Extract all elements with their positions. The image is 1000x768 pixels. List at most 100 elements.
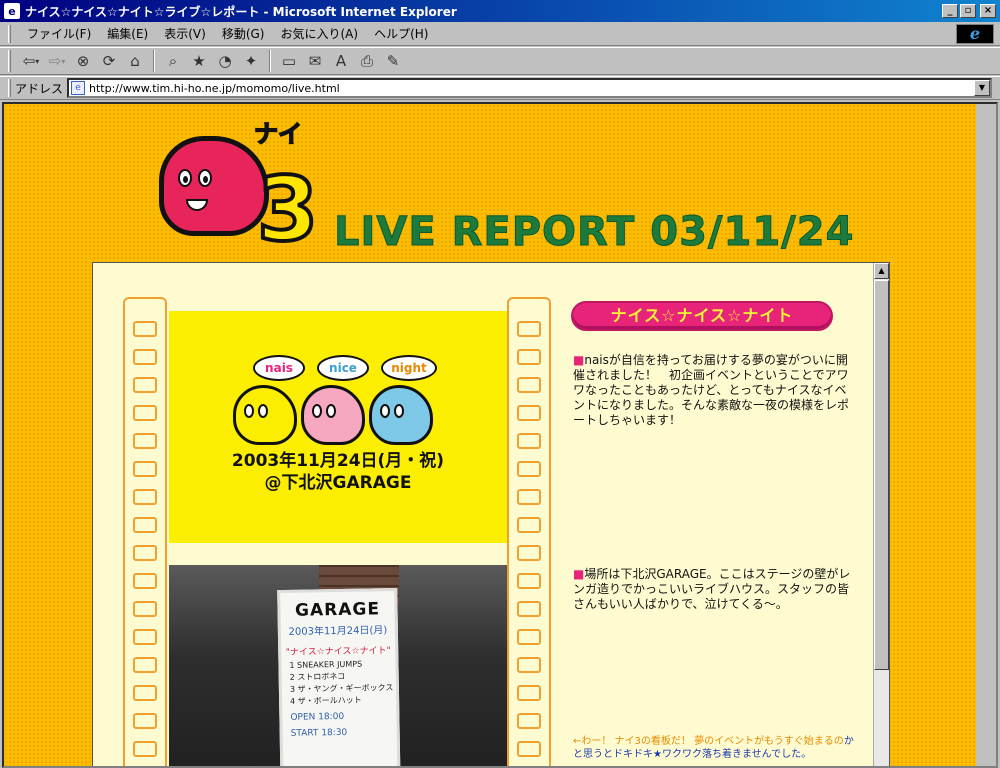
title-bar: e ナイス☆ナイス☆ナイト☆ライブ☆レポート - Microsoft Inter…	[0, 0, 1000, 22]
stop-icon[interactable]: ⊗	[71, 49, 95, 73]
film-hole	[517, 321, 541, 337]
event-info-panel: nais nice night 2003年11月24日(月・祝) @下北沢GAR…	[169, 311, 507, 543]
maximize-button[interactable]: ▫	[960, 4, 976, 18]
address-label: アドレス	[15, 81, 64, 96]
close-button[interactable]: ×	[980, 4, 996, 18]
toolbar-separator	[153, 50, 155, 72]
outer-scrollbar-gutter	[976, 104, 996, 766]
channels-icon[interactable]: ✦	[239, 49, 263, 73]
event-venue: @下北沢GARAGE	[264, 473, 412, 493]
nai3-logo: ナイ 3	[159, 121, 329, 261]
address-url[interactable]: http://www.tim.hi-ho.ne.jp/momomo/live.h…	[89, 82, 974, 95]
standard-toolbar: ⇦ ▾ ⇨ ▾ ⊗ ⟳ ⌂ ⌕ ★ ◔ ✦ ▭ ✉ A ⎙ ✎	[0, 47, 1000, 75]
back-icon[interactable]: ⇦ ▾	[19, 49, 43, 73]
bullet-square: ■	[573, 567, 585, 581]
inner-content-frame: nais nice night 2003年11月24日(月・祝) @下北沢GAR…	[92, 262, 890, 766]
address-dropdown-button[interactable]: ▼	[974, 80, 990, 96]
film-hole	[517, 433, 541, 449]
film-hole	[133, 461, 157, 477]
film-hole	[133, 517, 157, 533]
garage-signboard: GARAGE 2003年11月24日(月) "ナイス☆ナイス☆ナイト" 1 SN…	[277, 587, 401, 766]
film-hole	[517, 657, 541, 673]
menu-view[interactable]: 表示(V)	[156, 23, 214, 44]
character-blue	[369, 385, 433, 445]
venue-photo: GARAGE 2003年11月24日(月) "ナイス☆ナイス☆ナイト" 1 SN…	[169, 565, 507, 766]
event-name-badge: ナイス☆ナイス☆ナイト	[571, 301, 833, 331]
scroll-thumb[interactable]	[874, 280, 889, 670]
address-bar: アドレス e http://www.tim.hi-ho.ne.jp/momomo…	[0, 76, 1000, 100]
window-title: ナイス☆ナイス☆ナイト☆ライブ☆レポート - Microsoft Interne…	[25, 4, 457, 19]
film-hole	[133, 573, 157, 589]
character-eye	[394, 404, 404, 418]
home-icon[interactable]: ⌂	[123, 49, 147, 73]
refresh-icon[interactable]: ⟳	[97, 49, 121, 73]
sign-lineup-item: 4 ザ・ボールハット	[290, 695, 362, 706]
favorites-icon[interactable]: ★	[187, 49, 211, 73]
sign-date: 2003年11月24日(月)	[288, 625, 388, 638]
logo-n-character	[159, 136, 269, 236]
film-hole	[133, 349, 157, 365]
font-icon[interactable]: A	[329, 49, 353, 73]
film-hole	[133, 629, 157, 645]
sign-title: GARAGE	[294, 599, 381, 621]
character-eye	[326, 404, 336, 418]
search-icon[interactable]: ⌕	[161, 49, 185, 73]
toolbar-separator	[269, 50, 271, 72]
report-paragraph-2: ■場所は下北沢GARAGE。ここはステージの壁がレンガ造りでかっこいいライブハウ…	[573, 567, 858, 612]
film-hole	[517, 461, 541, 477]
film-hole	[517, 573, 541, 589]
edit-icon[interactable]: ✎	[381, 49, 405, 73]
menubar-grip[interactable]	[8, 24, 11, 43]
menu-bar: ファイル(F) 編集(E) 表示(V) 移動(G) お気に入り(A) ヘルプ(H…	[0, 22, 1000, 46]
fullscreen-icon[interactable]: ▭	[277, 49, 301, 73]
toolbar-grip[interactable]	[8, 50, 11, 72]
film-hole	[133, 377, 157, 393]
film-hole	[517, 377, 541, 393]
ie-throbber-icon: e	[956, 24, 994, 44]
film-hole	[133, 601, 157, 617]
film-rail-left	[123, 297, 167, 766]
speech-bubble: nice	[317, 355, 369, 381]
sign-start-time: START 18:30	[290, 728, 348, 740]
character-eye	[244, 404, 254, 418]
logo-three: 3	[255, 158, 320, 261]
film-hole	[517, 489, 541, 505]
menu-file[interactable]: ファイル(F)	[19, 23, 99, 44]
menu-go[interactable]: 移動(G)	[214, 23, 273, 44]
bullet-square: ■	[573, 353, 585, 367]
logo-nai-text: ナイ	[253, 120, 303, 148]
address-input[interactable]: e http://www.tim.hi-ho.ne.jp/momomo/live…	[67, 78, 992, 98]
menu-favorites[interactable]: お気に入り(A)	[272, 23, 366, 44]
web-page: ナイ 3 LIVE REPORT 03/11/24 nais nice nigh…	[4, 104, 976, 766]
forward-icon[interactable]: ⇨ ▾	[45, 49, 69, 73]
menu-edit[interactable]: 編集(E)	[99, 23, 156, 44]
inner-scrollbar[interactable]: ▲	[873, 263, 889, 766]
film-hole	[133, 321, 157, 337]
minimize-button[interactable]: _	[942, 4, 958, 18]
history-icon[interactable]: ◔	[213, 49, 237, 73]
browser-viewport: ナイ 3 LIVE REPORT 03/11/24 nais nice nigh…	[2, 102, 998, 768]
menu-help[interactable]: ヘルプ(H)	[366, 23, 436, 44]
page-title: LIVE REPORT 03/11/24	[333, 209, 855, 255]
film-hole	[133, 405, 157, 421]
scroll-up-button[interactable]: ▲	[874, 263, 889, 279]
character-yellow	[233, 385, 297, 445]
speech-bubble: nais	[253, 355, 305, 381]
film-hole	[517, 405, 541, 421]
logo-eye	[178, 169, 192, 187]
sign-lineup-item: 3 ザ・ヤング・ギーボックス	[289, 682, 394, 694]
film-hole	[517, 685, 541, 701]
speech-bubble: night	[381, 355, 437, 381]
event-date: 2003年11月24日(月・祝)	[231, 451, 445, 471]
film-hole	[517, 517, 541, 533]
print-icon[interactable]: ⎙	[355, 49, 379, 73]
mail-icon[interactable]: ✉	[303, 49, 327, 73]
report-paragraph-1: ■naisが自信を持ってお届けする夢の宴がついに開催されました！ 初企画イベント…	[573, 353, 858, 428]
addressbar-grip[interactable]	[8, 79, 11, 97]
page-icon: e	[71, 81, 86, 95]
paragraph-text: naisが自信を持ってお届けする夢の宴がついに開催されました！ 初企画イベントと…	[573, 353, 850, 427]
film-hole	[517, 713, 541, 729]
film-hole	[517, 349, 541, 365]
sign-event: "ナイス☆ナイス☆ナイト"	[285, 646, 391, 658]
report-paragraph-3: ←わー！ ナイ3の看板だ！ 夢のイベントがもうすぐ始まるのかと思うとドキドキ★ワ…	[573, 735, 858, 761]
